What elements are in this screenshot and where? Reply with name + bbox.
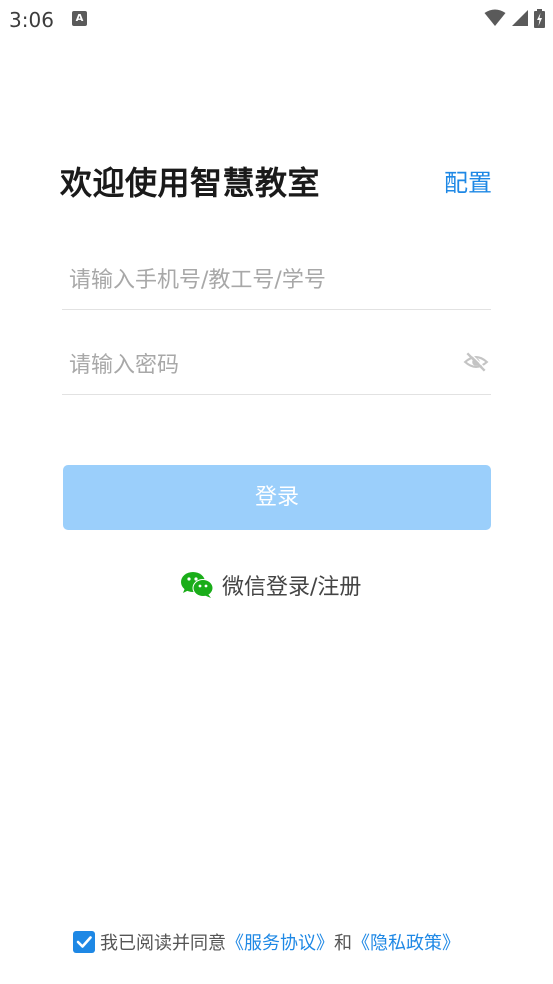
- wechat-icon: [181, 572, 214, 598]
- signal-icon: [512, 10, 528, 26]
- notification-icon-letter: A: [75, 13, 84, 24]
- agreement-checkbox[interactable]: [73, 931, 95, 953]
- wifi-icon: [484, 9, 506, 26]
- battery-charging-icon: [534, 8, 545, 28]
- login-button[interactable]: 登录: [63, 465, 491, 530]
- account-input[interactable]: [62, 258, 452, 302]
- page-title: 欢迎使用智慧教室: [60, 164, 321, 202]
- status-bar: 3:06 A: [0, 0, 553, 38]
- privacy-policy-link[interactable]: 《隐私政策》: [352, 929, 460, 955]
- status-time: 3:06: [9, 8, 54, 32]
- password-input[interactable]: [62, 343, 452, 387]
- config-button[interactable]: 配置: [444, 163, 492, 198]
- login-screen: 3:06 A 欢迎使用智慧教室 配置 请输入手机号/教工号/学号 登录 微信登录…: [0, 0, 553, 984]
- eye-off-icon[interactable]: [463, 349, 489, 375]
- service-agreement-link[interactable]: 《服务协议》: [226, 929, 334, 955]
- status-icons: [484, 8, 545, 28]
- agreement-row: 我已阅读并同意 《服务协议》 和 《隐私政策》: [73, 929, 460, 955]
- wechat-login-label: 微信登录/注册: [222, 575, 362, 600]
- agreement-prefix: 我已阅读并同意: [100, 933, 226, 954]
- account-field: [62, 250, 491, 310]
- password-field: [62, 335, 491, 395]
- agreement-conjunction: 和: [334, 933, 352, 954]
- wechat-login-button[interactable]: 微信登录/注册: [180, 568, 361, 602]
- check-icon: [76, 936, 92, 948]
- notification-icon: A: [72, 11, 87, 26]
